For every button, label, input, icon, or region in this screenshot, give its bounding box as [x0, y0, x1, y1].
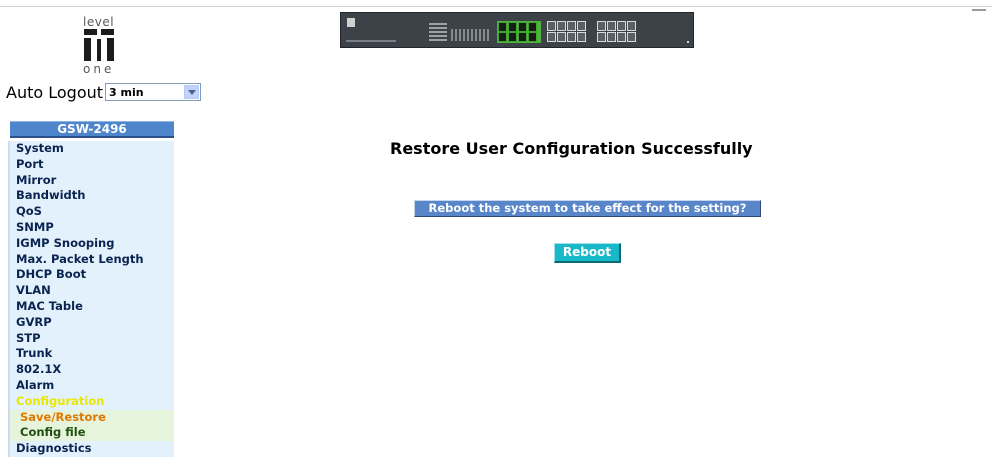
sidebar-item-port[interactable]: Port — [8, 156, 174, 173]
sidebar-subitem-config-file[interactable]: Config file — [8, 425, 174, 442]
page-title: Restore User Configuration Successfully — [390, 139, 753, 158]
auto-logout-label: Auto Logout — [6, 82, 104, 102]
sidebar-item-configuration[interactable]: Configuration — [8, 393, 174, 410]
logo-text-level: level — [83, 15, 115, 29]
device-ports — [497, 21, 647, 43]
auto-logout: Auto Logout 3 min — [6, 82, 202, 102]
sidebar-item-gvrp[interactable]: GVRP — [8, 314, 174, 331]
top-divider — [0, 6, 992, 7]
sidebar-item-qos[interactable]: QoS — [8, 204, 174, 220]
sidebar-item-trunk[interactable]: Trunk — [8, 346, 174, 363]
sidebar-item-alarm[interactable]: Alarm — [8, 377, 174, 394]
levelone-logo: level one — [75, 15, 127, 77]
sidebar-item-bandwidth[interactable]: Bandwidth — [8, 188, 174, 205]
sidebar-item-vlan[interactable]: VLAN — [8, 283, 174, 299]
auto-logout-select[interactable]: 3 min — [105, 83, 202, 101]
chevron-down-icon[interactable] — [184, 85, 200, 99]
sidebar-item-8021x[interactable]: 802.1X — [8, 362, 174, 378]
logo-mark — [84, 29, 114, 61]
sidebar-subitem-save-restore[interactable]: Save/Restore — [8, 409, 174, 426]
sidebar-item-dhcp-boot[interactable]: DHCP Boot — [8, 267, 174, 284]
switch-front-panel-image — [340, 12, 694, 48]
sidebar-item-snmp[interactable]: SNMP — [8, 219, 174, 236]
sidebar-item-mac-table[interactable]: MAC Table — [8, 298, 174, 315]
reboot-button[interactable]: Reboot — [554, 243, 621, 263]
sidebar-item-mirror[interactable]: Mirror — [8, 172, 174, 189]
sidebar-menu: System Port Mirror Bandwidth QoS SNMP IG… — [8, 141, 174, 457]
sidebar-item-stp[interactable]: STP — [8, 330, 174, 347]
auto-logout-value: 3 min — [109, 85, 144, 99]
device-logo-icon — [347, 18, 355, 27]
sidebar-item-igmp-snooping[interactable]: IGMP Snooping — [8, 235, 174, 252]
menu-title[interactable]: GSW-2496 — [10, 121, 174, 138]
logo-text-one: one — [83, 62, 115, 76]
device-leds — [429, 21, 447, 41]
minimize-mark — [972, 9, 986, 11]
reboot-prompt: Reboot the system to take effect for the… — [414, 200, 761, 217]
sidebar-item-system[interactable]: System — [8, 141, 174, 157]
sidebar-item-max-packet-length[interactable]: Max. Packet Length — [8, 251, 174, 268]
sidebar-item-diagnostics[interactable]: Diagnostics — [8, 441, 174, 457]
